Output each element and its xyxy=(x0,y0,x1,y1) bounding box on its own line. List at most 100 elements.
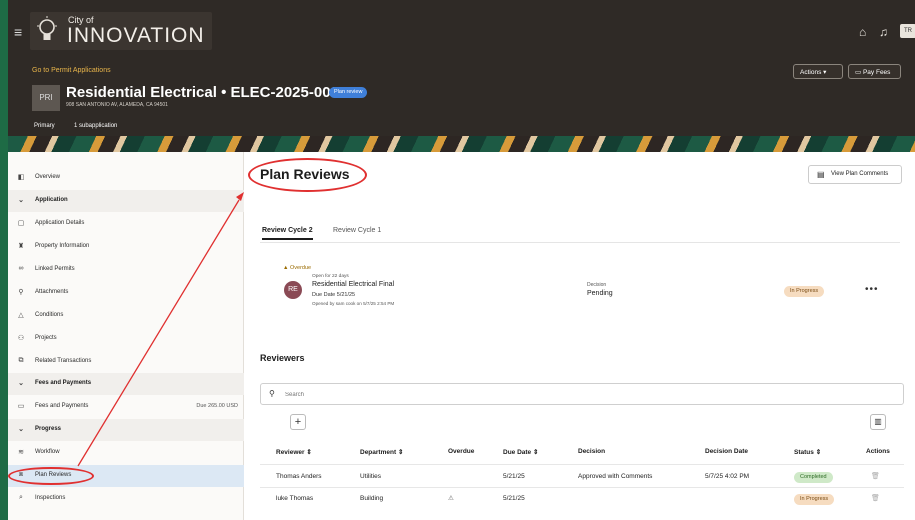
review-avatar: RE xyxy=(284,281,302,299)
document-icon: ▢ xyxy=(17,220,25,227)
sidebar-item-label: Inspections xyxy=(35,495,66,501)
sidebar-item-conditions[interactable]: △ Conditions xyxy=(8,305,244,327)
actions-label: Actions xyxy=(800,69,822,76)
sidebar-item-progress[interactable]: ⌄ Progress xyxy=(8,419,244,441)
attachment-icon: ⚲ xyxy=(18,289,24,296)
sort-icon: ⇕ xyxy=(306,449,312,456)
more-options-icon[interactable]: ••• xyxy=(865,284,879,295)
sidebar-item-application-details[interactable]: ▢ Application Details xyxy=(8,213,244,235)
menu-icon[interactable]: ≡ xyxy=(14,24,22,40)
search-input[interactable] xyxy=(285,388,885,401)
sidebar-item-label: Application Details xyxy=(35,220,85,226)
chevron-down-icon: ⌄ xyxy=(18,426,24,433)
sidebar-item-label: Related Transactions xyxy=(35,358,92,364)
row-due-date: 5/21/25 xyxy=(503,473,525,480)
annotation-circle-nav xyxy=(8,467,94,485)
row-status-badge: Completed xyxy=(794,472,833,483)
sidebar-item-inspections[interactable]: ⌕ Inspections xyxy=(8,488,244,510)
application-type-badge: PRI xyxy=(32,85,60,111)
annotation-circle-title xyxy=(248,158,367,192)
sort-icon: ⇕ xyxy=(815,449,822,456)
sidebar-item-fees-and-payments[interactable]: ⌄ Fees and Payments xyxy=(8,373,244,395)
col-department[interactable]: Department ⇕ xyxy=(360,448,403,456)
sidebar-item-overview[interactable]: ◧ Overview xyxy=(8,167,244,189)
sidebar-item-linked-permits[interactable]: ∞ Linked Permits xyxy=(8,259,244,281)
pay-fees-label: Pay Fees xyxy=(862,69,891,76)
pay-fees-button[interactable]: ▭ Pay Fees xyxy=(848,64,901,79)
workflow-icon: ≋ xyxy=(18,449,24,456)
tab-review-cycle-1[interactable]: Review Cycle 1 xyxy=(333,227,381,234)
sidebar-item-label: Linked Permits xyxy=(35,266,75,272)
sidebar-item-fees-and-payments[interactable]: ▭ Fees and Payments Due 265.00 USD xyxy=(8,396,244,418)
col-overdue[interactable]: Overdue xyxy=(448,448,474,455)
sidebar-item-label: Fees and Payments xyxy=(35,380,92,386)
chevron-down-icon: ▾ xyxy=(823,69,827,76)
col-decision-date[interactable]: Decision Date xyxy=(705,448,748,455)
sidebar-item-label: Projects xyxy=(35,335,57,341)
logo-brand: INNOVATION xyxy=(67,24,205,47)
chevron-down-icon: ⌄ xyxy=(18,197,24,204)
actions-button[interactable]: Actions ▾ xyxy=(793,64,843,79)
col-decision[interactable]: Decision xyxy=(578,448,605,455)
open-for-text: Open for 22 days xyxy=(312,274,349,279)
sidebar-item-related-transactions[interactable]: ⧉ Related Transactions xyxy=(8,351,244,373)
sidebar-item-property-information[interactable]: ♜ Property Information xyxy=(8,236,244,258)
row-department: Utilities xyxy=(360,473,381,480)
col-due-date[interactable]: Due Date ⇕ xyxy=(503,448,538,456)
link-icon: ∞ xyxy=(18,265,24,272)
add-reviewer-button[interactable]: + xyxy=(290,414,306,430)
reviewers-heading: Reviewers xyxy=(260,353,305,363)
col-department-label: Department xyxy=(360,449,397,456)
sidebar-item-attachments[interactable]: ⚲ Attachments xyxy=(8,282,244,304)
sidebar-item-label: Fees and Payments xyxy=(35,403,89,409)
decision-value: Pending xyxy=(587,290,613,297)
app-header: ≡ City of INNOVATION ⌂ ♫ TR Go to Permit… xyxy=(8,0,915,140)
page-title: Residential Electrical • ELEC-2025-00002 xyxy=(66,84,356,101)
city-logo[interactable]: City of INNOVATION xyxy=(30,12,212,50)
sort-icon: ⇕ xyxy=(397,449,404,456)
columns-toggle-button[interactable]: ▥ xyxy=(870,414,886,430)
review-title[interactable]: Residential Electrical Final xyxy=(312,281,394,288)
overdue-flag: ▲ Overdue xyxy=(283,265,311,271)
tab-review-cycle-2[interactable]: Review Cycle 2 xyxy=(262,227,313,240)
overview-icon: ◧ xyxy=(17,174,25,181)
view-plan-comments-button[interactable]: ▤ View Plan Comments xyxy=(808,165,902,184)
table-divider xyxy=(260,487,904,488)
address-text: 908 SAN ANTONIO AV, ALAMEDA, CA 94501 xyxy=(66,102,168,108)
fees-icon: ▭ xyxy=(17,403,25,410)
card-icon: ▭ xyxy=(855,69,862,76)
sidebar-item-projects[interactable]: ⚇ Projects xyxy=(8,328,244,350)
col-actions: Actions xyxy=(866,448,890,455)
property-icon: ♜ xyxy=(17,243,25,250)
row-department: Building xyxy=(360,495,384,502)
home-icon[interactable]: ⌂ xyxy=(859,25,866,39)
sidebar-item-application[interactable]: ⌄ Application xyxy=(8,190,244,212)
view-plan-comments-label: View Plan Comments xyxy=(831,171,889,177)
sidebar-nav: ◧ Overview ⌄ Application ▢ Application Detail… xyxy=(8,152,244,520)
bell-icon[interactable]: ♫ xyxy=(879,25,888,39)
sidebar-item-label: Overview xyxy=(35,174,61,180)
row-status-badge: In Progress xyxy=(794,494,835,505)
review-due-date: Due Date 5/21/25 xyxy=(312,292,356,298)
tab-primary[interactable]: Primary xyxy=(34,123,55,129)
row-decision: Approved with Comments xyxy=(578,473,653,480)
col-status[interactable]: Status ⇕ xyxy=(794,448,821,456)
inspections-icon: ⌕ xyxy=(19,494,23,501)
row-decision-date: 5/7/25 4:02 PM xyxy=(705,473,750,480)
tab-subapplication[interactable]: 1 subapplication xyxy=(74,123,117,129)
review-status-badge: In Progress xyxy=(784,286,825,297)
sidebar-item-label: Attachments xyxy=(35,289,69,295)
search-bar: ⚲ xyxy=(260,383,904,405)
sidebar-item-label: Workflow xyxy=(35,449,60,455)
sidebar-item-label: Application xyxy=(35,197,68,203)
sidebar-item-workflow[interactable]: ≋ Workflow xyxy=(8,442,244,464)
go-to-permit-applications-link[interactable]: Go to Permit Applications xyxy=(32,67,111,74)
user-avatar[interactable]: TR xyxy=(900,24,915,38)
overdue-label: Overdue xyxy=(289,265,312,271)
trash-icon[interactable]: 🗑 xyxy=(871,472,880,480)
app-frame: ≡ City of INNOVATION ⌂ ♫ TR Go to Permit… xyxy=(8,0,915,520)
trash-icon[interactable]: 🗑 xyxy=(871,494,880,502)
warning-icon: ▲ xyxy=(283,265,289,271)
col-reviewer[interactable]: Reviewer ⇕ xyxy=(276,448,312,456)
col-due-date-label: Due Date xyxy=(503,449,532,456)
